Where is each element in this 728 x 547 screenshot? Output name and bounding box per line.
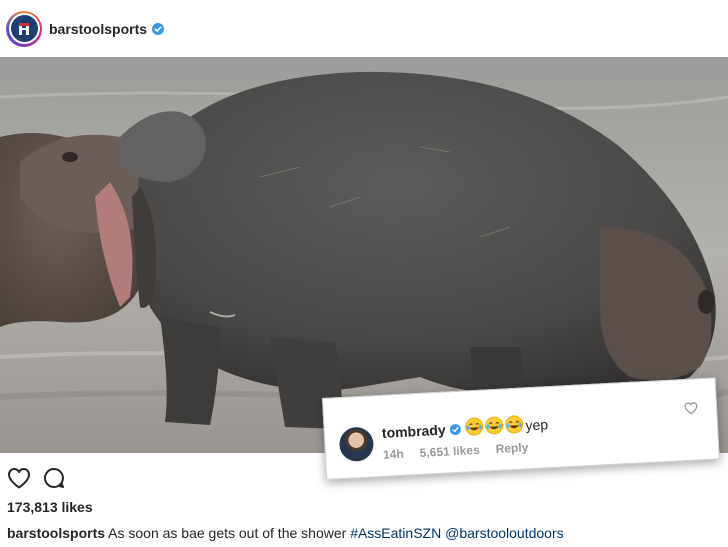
heart-outline-icon[interactable] bbox=[7, 467, 31, 494]
caption-mention[interactable]: @barstooloutdoors bbox=[445, 525, 564, 541]
laughing-tears-emoji-icon bbox=[484, 416, 504, 439]
verified-badge-icon bbox=[449, 423, 461, 435]
comment-bubble-icon[interactable] bbox=[43, 467, 65, 494]
caption-text: As soon as bae gets out of the shower bbox=[108, 525, 347, 541]
comment-body: tombrady yep bbox=[381, 413, 548, 444]
commenter-username[interactable]: tombrady bbox=[381, 422, 446, 441]
verified-badge-icon bbox=[152, 22, 165, 35]
laughing-tears-emoji-icon bbox=[464, 417, 484, 440]
comment-text: yep bbox=[525, 416, 549, 434]
small-heart-icon[interactable] bbox=[684, 401, 699, 420]
comment-emojis bbox=[464, 415, 524, 440]
post-actions bbox=[7, 467, 65, 494]
caption-hashtag[interactable]: #AssEatinSZN bbox=[350, 525, 441, 541]
post-like-count[interactable]: 173,813 likes bbox=[7, 499, 93, 515]
laughing-tears-emoji-icon bbox=[504, 415, 524, 438]
post-caption: barstoolsports As soon as bae gets out o… bbox=[7, 525, 564, 541]
comment-meta: 14h 5,651 likes Reply bbox=[383, 440, 529, 462]
commenter-avatar[interactable] bbox=[338, 426, 375, 463]
comment-like-count[interactable]: 5,651 likes bbox=[419, 443, 480, 460]
reply-button[interactable]: Reply bbox=[495, 440, 528, 456]
post-header: barstoolsports bbox=[0, 0, 728, 57]
barstool-logo-icon bbox=[10, 15, 38, 42]
account-avatar[interactable] bbox=[6, 10, 42, 47]
avatar-ring bbox=[8, 13, 40, 44]
comment-time[interactable]: 14h bbox=[383, 447, 404, 462]
post-username[interactable]: barstoolsports bbox=[49, 21, 147, 37]
caption-username[interactable]: barstoolsports bbox=[7, 525, 105, 541]
